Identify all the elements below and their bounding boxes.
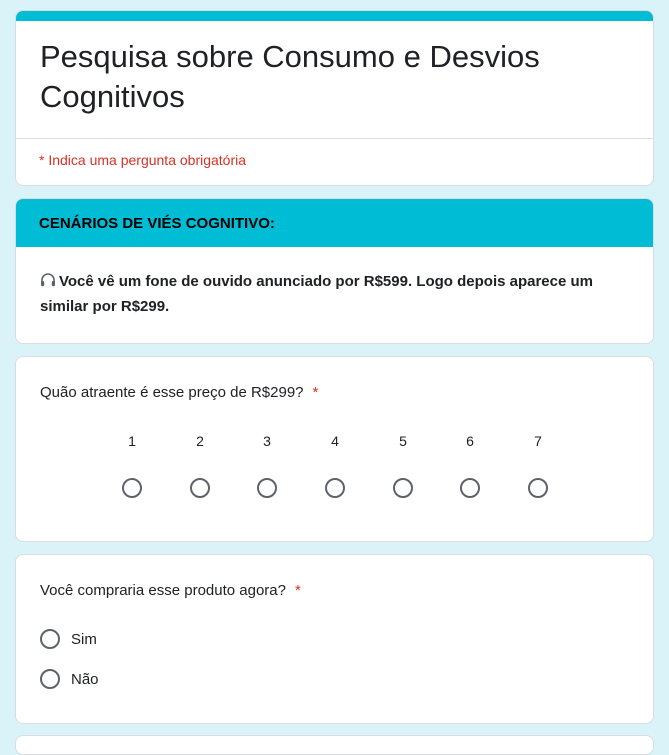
scale-option-6[interactable]: 6: [450, 433, 490, 503]
question-title-text: Você compraria esse produto agora?: [40, 582, 286, 599]
scale-option-2[interactable]: 2: [180, 433, 220, 503]
form-title: Pesquisa sobre Consumo e Desvios Cogniti…: [40, 39, 540, 114]
option-label: Não: [71, 670, 99, 688]
section-card: CENÁRIOS DE VIÉS COGNITIVO: Você vê um f…: [15, 198, 654, 344]
scale-label: 3: [263, 433, 271, 449]
next-question-card: [15, 735, 654, 755]
radio-button[interactable]: [460, 478, 480, 498]
option-label: Sim: [71, 630, 97, 648]
scale-label: 6: [466, 433, 474, 449]
scale-label: 1: [128, 433, 136, 449]
question-card-price-attractiveness: Quão atraente é esse preço de R$299? * 1 …: [15, 356, 654, 542]
scale-option-5[interactable]: 5: [383, 433, 423, 503]
scale-option-1[interactable]: 1: [112, 433, 152, 503]
divider: [16, 138, 653, 139]
required-asterisk: *: [294, 582, 301, 599]
radio-button[interactable]: [257, 478, 277, 498]
option-nao[interactable]: Não: [40, 669, 99, 689]
scale-option-3[interactable]: 3: [247, 433, 287, 503]
option-sim[interactable]: Sim: [40, 629, 97, 649]
form-header-card: Pesquisa sobre Consumo e Desvios Cogniti…: [15, 10, 654, 186]
radio-button[interactable]: [393, 478, 413, 498]
section-description: Você vê um fone de ouvido anunciado por …: [16, 247, 653, 319]
radio-button[interactable]: [40, 669, 60, 689]
scale-option-7[interactable]: 7: [518, 433, 558, 503]
form-accent-bar: [16, 11, 653, 21]
question-card-buy-now: Você compraria esse produto agora? * Sim …: [15, 554, 654, 724]
scale-label: 5: [399, 433, 407, 449]
required-note: * Indica uma pergunta obrigatória: [39, 152, 247, 168]
section-header: CENÁRIOS DE VIÉS COGNITIVO:: [16, 199, 653, 247]
radio-button[interactable]: [122, 478, 142, 498]
scale-label: 2: [196, 433, 204, 449]
headphones-icon: [41, 273, 55, 287]
radio-button[interactable]: [325, 478, 345, 498]
required-asterisk: *: [312, 384, 319, 401]
form-page: Pesquisa sobre Consumo e Desvios Cogniti…: [0, 0, 669, 755]
radio-button[interactable]: [528, 478, 548, 498]
scale-label: 4: [331, 433, 339, 449]
radio-button[interactable]: [190, 478, 210, 498]
radio-button[interactable]: [40, 629, 60, 649]
scale-label: 7: [534, 433, 542, 449]
question-title-text: Quão atraente é esse preço de R$299?: [40, 384, 304, 401]
section-description-text: Você vê um fone de ouvido anunciado por …: [40, 273, 594, 315]
question-title: Você compraria esse produto agora? *: [40, 582, 301, 599]
question-title: Quão atraente é esse preço de R$299? *: [40, 384, 318, 401]
scale-option-4[interactable]: 4: [315, 433, 355, 503]
